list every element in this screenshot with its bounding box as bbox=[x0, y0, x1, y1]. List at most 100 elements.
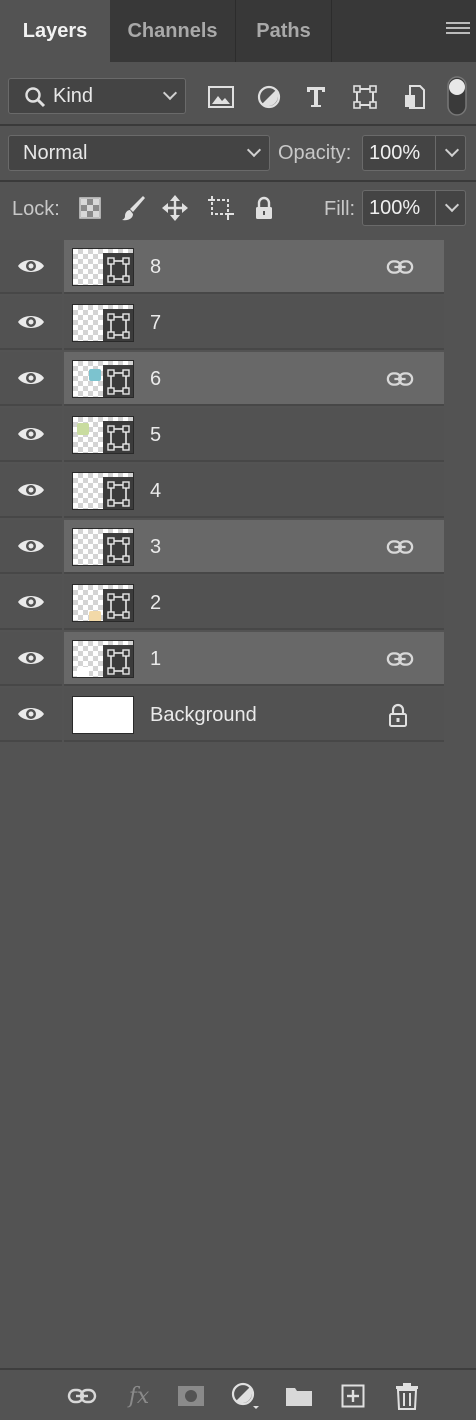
opacity-label: Opacity: bbox=[278, 142, 352, 164]
layer-row-body[interactable]: 4 bbox=[64, 464, 444, 518]
shape-filter-icon[interactable] bbox=[350, 84, 380, 110]
layer-name: Background bbox=[150, 703, 257, 726]
layer-thumbnail bbox=[72, 304, 134, 342]
vector-mask-icon bbox=[103, 421, 133, 453]
visibility-eye-icon[interactable] bbox=[0, 632, 62, 686]
layer-thumbnail bbox=[72, 248, 134, 286]
layer-link-icon bbox=[386, 255, 414, 279]
vector-mask-icon bbox=[103, 477, 133, 509]
new-adjustment-layer-icon[interactable] bbox=[230, 1382, 260, 1410]
layer-row-body[interactable]: 5 bbox=[64, 408, 444, 462]
layer-thumbnail bbox=[72, 528, 134, 566]
layer-thumbnail bbox=[72, 640, 134, 678]
delete-layer-trash-icon[interactable] bbox=[392, 1382, 422, 1410]
pixel-layer-filter-icon[interactable] bbox=[206, 84, 236, 110]
layer-link-icon bbox=[386, 367, 414, 391]
layer-name: 1 bbox=[150, 647, 162, 670]
layer-thumbnail bbox=[72, 584, 134, 622]
lock-label: Lock: bbox=[12, 198, 60, 220]
fill-label: Fill: bbox=[324, 198, 356, 220]
layer-row-body[interactable]: 1 bbox=[64, 632, 444, 686]
visibility-eye-icon[interactable] bbox=[0, 520, 62, 574]
layer-name: 4 bbox=[150, 479, 162, 502]
add-mask-icon[interactable] bbox=[176, 1382, 206, 1410]
layer-row-body[interactable]: Background bbox=[64, 688, 444, 742]
layer-thumbnail bbox=[72, 416, 134, 454]
filter-kind-dropdown[interactable]: Kind bbox=[8, 78, 186, 114]
lock-transparent-pixels-icon[interactable] bbox=[78, 196, 102, 220]
layer-name: 8 bbox=[150, 255, 162, 278]
visibility-eye-icon[interactable] bbox=[0, 296, 62, 350]
search-icon bbox=[23, 85, 47, 109]
visibility-eye-icon[interactable] bbox=[0, 464, 62, 518]
layer-row-body[interactable]: 3 bbox=[64, 520, 444, 574]
layer-row[interactable]: 3 bbox=[0, 520, 444, 576]
layer-thumbnail bbox=[72, 360, 134, 398]
tab-layers[interactable]: Layers bbox=[0, 0, 110, 62]
vector-mask-icon bbox=[103, 253, 133, 285]
panel-menu-icon[interactable] bbox=[446, 20, 470, 42]
layer-name: 2 bbox=[150, 591, 162, 614]
layer-row[interactable]: 5 bbox=[0, 408, 444, 464]
filter-toggle-switch[interactable] bbox=[446, 76, 468, 116]
layer-row[interactable]: 2 bbox=[0, 576, 444, 632]
visibility-eye-icon[interactable] bbox=[0, 408, 62, 462]
layer-row-body[interactable]: 6 bbox=[64, 352, 444, 406]
lock-artboard-icon[interactable] bbox=[205, 193, 237, 223]
chevron-down-icon bbox=[246, 142, 262, 158]
visibility-eye-icon[interactable] bbox=[0, 576, 62, 630]
thumbnail-color-swatch bbox=[89, 369, 101, 381]
layer-thumbnail bbox=[72, 696, 134, 734]
visibility-eye-icon[interactable] bbox=[0, 688, 62, 742]
layer-name: 6 bbox=[150, 367, 162, 390]
tab-paths[interactable]: Paths bbox=[236, 0, 332, 62]
layer-row[interactable]: 4 bbox=[0, 464, 444, 520]
blend-mode-dropdown[interactable]: Normal bbox=[8, 135, 270, 171]
divider bbox=[0, 124, 476, 126]
visibility-eye-icon[interactable] bbox=[0, 352, 62, 406]
layer-row[interactable]: Background bbox=[0, 688, 444, 744]
lock-all-icon[interactable] bbox=[252, 194, 276, 222]
smart-object-filter-icon[interactable] bbox=[400, 84, 428, 110]
layer-name: 5 bbox=[150, 423, 162, 446]
thumbnail-color-swatch bbox=[77, 667, 89, 677]
opacity-input[interactable]: 100% bbox=[362, 135, 436, 171]
fill-input[interactable]: 100% bbox=[362, 190, 436, 226]
chevron-down-icon bbox=[444, 197, 460, 213]
layer-row-body[interactable]: 8 bbox=[64, 240, 444, 294]
tab-channels[interactable]: Channels bbox=[110, 0, 236, 62]
fx-layer-style-icon[interactable]: fx bbox=[124, 1382, 154, 1410]
layer-row[interactable]: 6 bbox=[0, 352, 444, 408]
layer-row[interactable]: 7 bbox=[0, 296, 444, 352]
divider bbox=[0, 180, 476, 182]
layer-row[interactable]: 1 bbox=[0, 632, 444, 688]
chevron-down-icon bbox=[162, 85, 178, 101]
layer-row-body[interactable]: 7 bbox=[64, 296, 444, 350]
layer-name: 7 bbox=[150, 311, 162, 334]
lock-position-icon[interactable] bbox=[160, 193, 190, 223]
type-filter-icon[interactable] bbox=[302, 84, 330, 110]
opacity-slider-button[interactable] bbox=[436, 135, 466, 171]
layer-link-icon bbox=[386, 535, 414, 559]
adjustment-filter-icon[interactable] bbox=[255, 84, 283, 110]
layer-thumbnail bbox=[72, 472, 134, 510]
lock-image-pixels-icon[interactable] bbox=[120, 193, 148, 223]
panel-tab-bar: Layers Channels Paths bbox=[0, 0, 476, 62]
layer-row[interactable]: 8 bbox=[0, 240, 444, 296]
fill-slider-button[interactable] bbox=[436, 190, 466, 226]
layer-name: 3 bbox=[150, 535, 162, 558]
vector-mask-icon bbox=[103, 309, 133, 341]
thumbnail-color-swatch bbox=[77, 423, 89, 435]
link-layers-icon[interactable] bbox=[67, 1382, 97, 1410]
vector-mask-icon bbox=[103, 533, 133, 565]
new-group-folder-icon[interactable] bbox=[284, 1382, 314, 1410]
filter-kind-label: Kind bbox=[53, 84, 94, 107]
layers-bottom-toolbar: fx bbox=[0, 1368, 476, 1420]
vector-mask-icon bbox=[103, 365, 133, 397]
layer-row-body[interactable]: 2 bbox=[64, 576, 444, 630]
blend-mode-value: Normal bbox=[23, 141, 88, 164]
layer-locked-icon bbox=[386, 703, 414, 727]
visibility-eye-icon[interactable] bbox=[0, 240, 62, 294]
thumbnail-color-swatch bbox=[89, 611, 101, 621]
new-layer-icon[interactable] bbox=[338, 1382, 368, 1410]
